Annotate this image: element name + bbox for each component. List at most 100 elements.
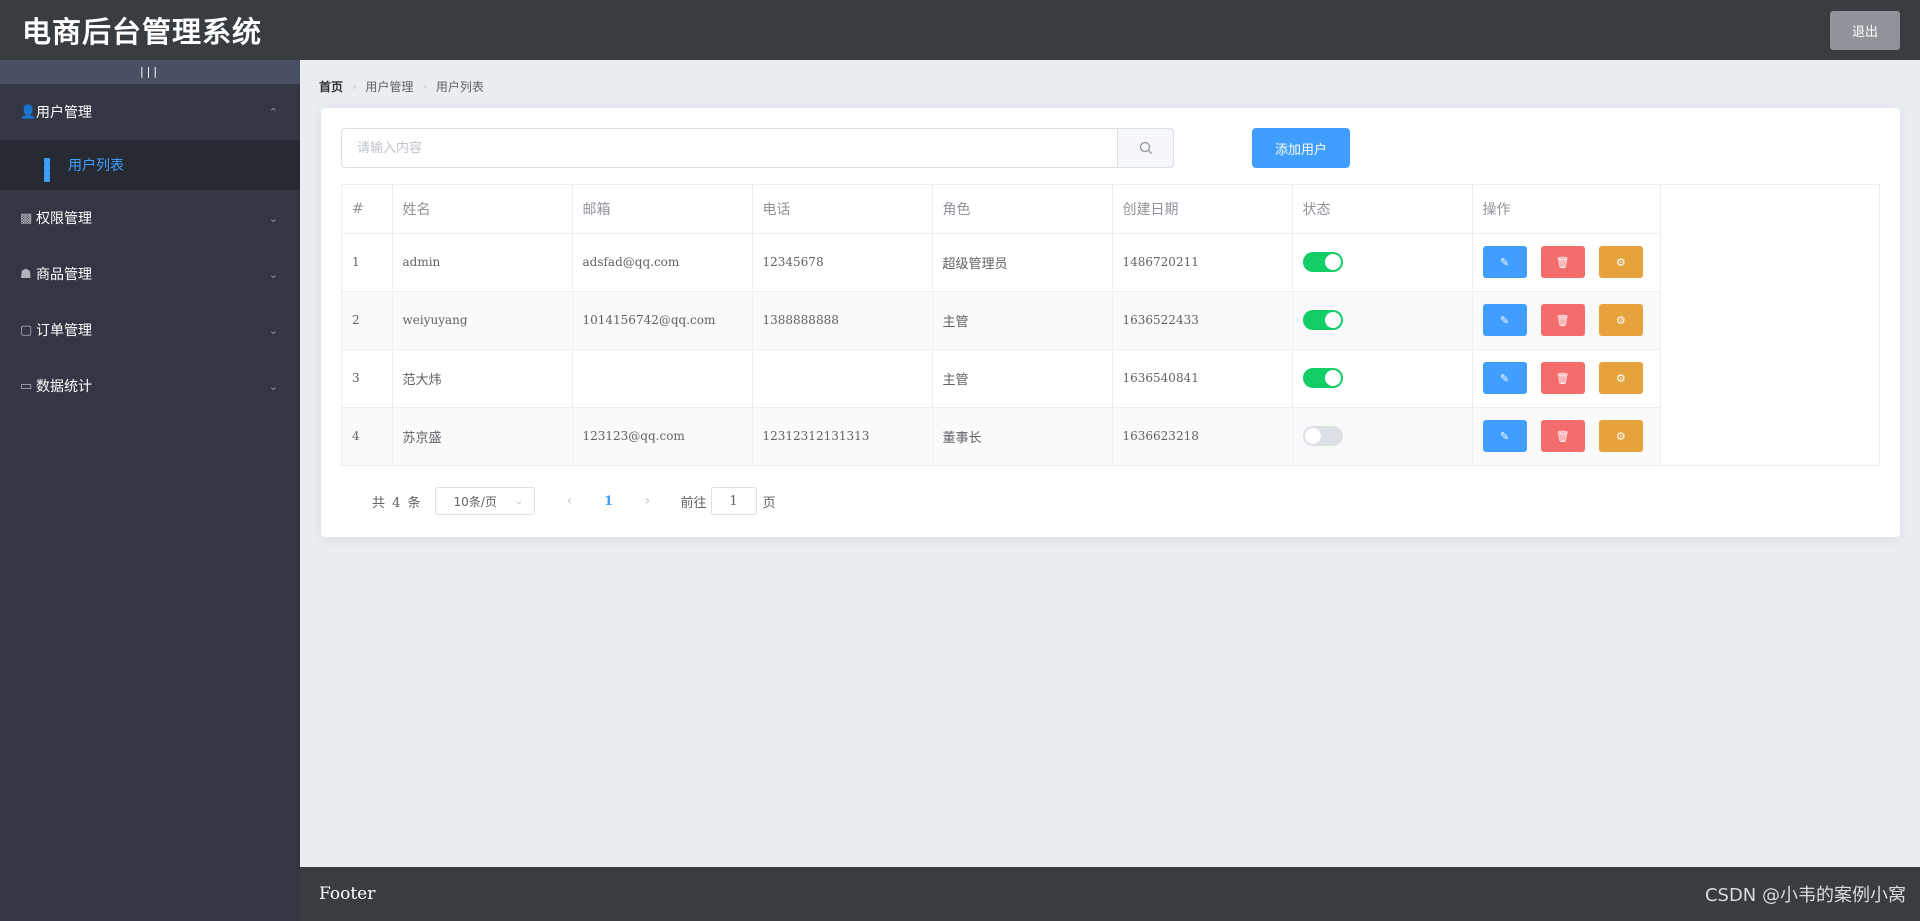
delete-button[interactable]: 🗑: [1540, 246, 1585, 278]
breadcrumb: 首页 › 用户管理 › 用户列表: [319, 78, 484, 95]
trash-icon: 🗑: [1555, 430, 1570, 443]
sidebar-menu-users[interactable]: 👤 用户管理 ⌃: [0, 84, 300, 140]
cell-index: 4: [342, 407, 393, 466]
edit-button[interactable]: ✎: [1482, 304, 1527, 336]
cell-role: 主管: [932, 349, 1113, 408]
state-switch[interactable]: [1302, 368, 1343, 388]
trash-icon: 🗑: [1555, 314, 1570, 327]
gear-icon: ⚙: [1615, 372, 1626, 385]
state-switch[interactable]: [1302, 310, 1343, 330]
logout-button[interactable]: 退出: [1830, 10, 1900, 50]
delete-button[interactable]: 🗑: [1540, 304, 1585, 336]
box-icon: ▩: [20, 210, 33, 226]
page-size-select[interactable]: 10条/页 ⌄: [434, 487, 535, 515]
cell-state: [1292, 291, 1473, 350]
cell-created: 1636623218: [1112, 407, 1293, 466]
cell-name: 苏京盛: [392, 407, 573, 466]
edit-button[interactable]: ✎: [1482, 420, 1527, 452]
table-row: 2 weiyuyang 1014156742@qq.com 1388888888…: [342, 291, 1661, 350]
shop-icon: ☗: [20, 266, 32, 282]
column-header: 创建日期: [1112, 185, 1293, 234]
cell-email: 123123@qq.com: [572, 407, 753, 466]
table-row: 3 范大炜 主管 1636540841 ✎ 🗑 ⚙: [342, 349, 1661, 408]
cell-actions: ✎ 🗑 ⚙: [1472, 349, 1661, 408]
cell-name: 范大炜: [392, 349, 573, 408]
search-input[interactable]: [341, 128, 1118, 168]
goto-page-input[interactable]: [710, 487, 757, 515]
sidebar-menu-reports[interactable]: ▭ 数据统计 ⌄: [0, 358, 300, 414]
cell-actions: ✎ 🗑 ⚙: [1472, 233, 1661, 292]
edit-icon: ✎: [1499, 314, 1510, 327]
page-size-value: 10条/页: [453, 494, 497, 509]
delete-button[interactable]: 🗑: [1540, 420, 1585, 452]
assign-role-button[interactable]: ⚙: [1598, 420, 1643, 452]
cell-name: admin: [392, 233, 573, 292]
breadcrumb-item: 用户列表: [435, 80, 484, 94]
column-header: 操作: [1472, 185, 1661, 234]
order-icon: ▢: [20, 322, 33, 338]
table-header-row: # 姓名 邮箱 电话 角色 创建日期 状态 操作: [342, 185, 1661, 234]
sidebar-menu-label: 用户管理: [36, 105, 92, 121]
chevron-up-icon: ⌃: [268, 105, 278, 119]
sidebar-menu-label: 订单管理: [36, 323, 92, 339]
column-header: 电话: [752, 185, 933, 234]
cell-index: 3: [342, 349, 393, 408]
sidebar-menu-goods[interactable]: ☗ 商品管理 ⌄: [0, 246, 300, 302]
state-switch[interactable]: [1302, 426, 1343, 446]
sidebar-menu-label: 商品管理: [36, 267, 92, 283]
column-header: #: [342, 185, 393, 234]
cell-phone: 12345678: [752, 233, 933, 292]
cell-state: [1292, 407, 1473, 466]
assign-role-button[interactable]: ⚙: [1598, 246, 1643, 278]
assign-role-button[interactable]: ⚙: [1598, 362, 1643, 394]
gear-icon: ⚙: [1615, 314, 1626, 327]
sidebar-item-user-list[interactable]: 用户列表: [0, 140, 300, 190]
cell-index: 2: [342, 291, 393, 350]
user-table: # 姓名 邮箱 电话 角色 创建日期 状态 操作 1 admin adsfad@: [341, 184, 1880, 466]
prev-page-button[interactable]: ‹: [555, 493, 585, 509]
cell-created: 1636540841: [1112, 349, 1293, 408]
goto-label: 前往: [680, 495, 707, 511]
edit-icon: ✎: [1499, 372, 1510, 385]
trash-icon: 🗑: [1555, 256, 1570, 269]
chevron-down-icon: ⌄: [268, 211, 278, 225]
sidebar-menu-rights[interactable]: ▩ 权限管理 ⌄: [0, 190, 300, 246]
cell-phone: [752, 349, 933, 408]
chevron-down-icon: ⌄: [515, 495, 524, 507]
watermark: CSDN @小韦的案例小窝: [1704, 885, 1906, 906]
menu-grid-icon: [44, 158, 58, 182]
state-switch[interactable]: [1302, 252, 1343, 272]
footer-text: Footer: [319, 884, 376, 904]
footer: Footer CSDN @小韦的案例小窝: [300, 867, 1920, 921]
breadcrumb-item: 用户管理: [365, 80, 414, 94]
page-number[interactable]: 1: [585, 494, 633, 509]
sidebar-collapse-toggle[interactable]: |||: [0, 60, 300, 84]
chevron-down-icon: ⌄: [268, 379, 278, 393]
edit-button[interactable]: ✎: [1482, 246, 1527, 278]
search-group: [341, 128, 1174, 168]
column-header: 邮箱: [572, 185, 753, 234]
delete-button[interactable]: 🗑: [1540, 362, 1585, 394]
chevron-down-icon: ⌄: [268, 267, 278, 281]
chevron-right-icon: ›: [422, 80, 427, 93]
user-list-card: 添加用户 # 姓名 邮箱 电话 角色 创建日期 状态 操作: [321, 108, 1900, 537]
app-header: 电商后台管理系统 退出: [0, 0, 1920, 60]
sidebar-menu-orders[interactable]: ▢ 订单管理 ⌄: [0, 302, 300, 358]
table-row: 4 苏京盛 123123@qq.com 12312312131313 董事长 1…: [342, 407, 1661, 466]
gear-icon: ⚙: [1615, 256, 1626, 269]
breadcrumb-home[interactable]: 首页: [319, 78, 343, 95]
chevron-right-icon: ›: [352, 80, 357, 93]
assign-role-button[interactable]: ⚙: [1598, 304, 1643, 336]
search-icon: [1139, 141, 1152, 154]
cell-index: 1: [342, 233, 393, 292]
column-header: 姓名: [392, 185, 573, 234]
cell-email: adsfad@qq.com: [572, 233, 753, 292]
user-icon: 👤: [20, 104, 37, 120]
add-user-button[interactable]: 添加用户: [1252, 128, 1350, 168]
next-page-button[interactable]: ›: [633, 493, 663, 509]
page-label: 页: [762, 495, 776, 511]
cell-email: [572, 349, 753, 408]
main-content: 首页 › 用户管理 › 用户列表 添加用户 # 姓名: [300, 60, 1920, 867]
search-button[interactable]: [1117, 128, 1174, 168]
edit-button[interactable]: ✎: [1482, 362, 1527, 394]
